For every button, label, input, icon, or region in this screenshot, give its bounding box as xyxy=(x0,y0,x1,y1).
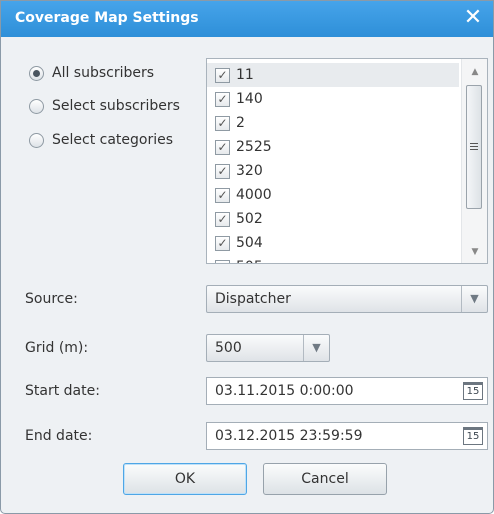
end-date-label: End date: xyxy=(25,428,93,444)
list-item[interactable]: ✓ 140 xyxy=(207,87,459,111)
list-item-label: 320 xyxy=(236,163,263,179)
subscriber-list-items: ✓ 11 ✓ 140 ✓ 2 ✓ 2525 ✓ 320 ✓ 4000 ✓ 502… xyxy=(207,63,459,263)
scroll-up-icon[interactable]: ▲ xyxy=(462,61,487,83)
ok-button[interactable]: OK xyxy=(123,463,247,495)
grid-select[interactable]: 500 ▼ xyxy=(206,334,330,362)
coverage-map-settings-dialog: Coverage Map Settings ✕ All subscribers … xyxy=(0,0,494,514)
radio-select-subscribers[interactable]: Select subscribers xyxy=(29,95,180,117)
radio-button-checked[interactable] xyxy=(29,65,44,81)
list-item-label: 4000 xyxy=(236,187,272,203)
grid-label: Grid (m): xyxy=(25,340,89,356)
chevron-down-icon[interactable]: ▼ xyxy=(303,335,329,361)
radio-all-subscribers[interactable]: All subscribers xyxy=(29,62,154,84)
source-value: Dispatcher xyxy=(215,291,291,307)
start-date-label: Start date: xyxy=(25,383,100,399)
list-item-label: 2 xyxy=(236,115,245,131)
subscriber-list[interactable]: ✓ 11 ✓ 140 ✓ 2 ✓ 2525 ✓ 320 ✓ 4000 ✓ 502… xyxy=(206,58,488,264)
title-bar: Coverage Map Settings ✕ xyxy=(1,1,493,37)
checkbox[interactable]: ✓ xyxy=(215,115,230,131)
calendar-icon[interactable]: 15 xyxy=(463,382,483,400)
list-item[interactable]: ✓ 320 xyxy=(207,159,459,183)
radio-button[interactable] xyxy=(29,132,44,148)
grip-icon xyxy=(470,143,478,150)
checkbox[interactable]: ✓ xyxy=(215,211,230,227)
list-scrollbar[interactable]: ▲ ▼ xyxy=(461,59,487,263)
grid-value: 500 xyxy=(215,340,242,356)
start-date-field[interactable]: 03.11.2015 0:00:00 15 xyxy=(206,377,488,405)
end-date-field[interactable]: 03.12.2015 23:59:59 15 xyxy=(206,422,488,450)
list-item-label: 140 xyxy=(236,91,263,107)
close-icon[interactable]: ✕ xyxy=(459,5,487,33)
start-date-value: 03.11.2015 0:00:00 xyxy=(215,383,354,399)
checkbox[interactable]: ✓ xyxy=(215,235,230,251)
end-date-value: 03.12.2015 23:59:59 xyxy=(215,428,363,444)
checkbox[interactable]: ✓ xyxy=(215,163,230,179)
list-item[interactable]: ✓ 504 xyxy=(207,231,459,255)
list-item-label: 502 xyxy=(236,211,263,227)
checkbox[interactable]: ✓ xyxy=(215,91,230,107)
cancel-button[interactable]: Cancel xyxy=(263,463,387,495)
radio-select-categories[interactable]: Select categories xyxy=(29,129,173,151)
checkbox[interactable]: ✓ xyxy=(215,67,230,83)
dialog-title: Coverage Map Settings xyxy=(15,10,199,26)
source-select[interactable]: Dispatcher ▼ xyxy=(206,285,488,313)
list-item[interactable]: ✓ 502 xyxy=(207,207,459,231)
list-item[interactable]: ✓ 505 xyxy=(207,255,459,263)
scroll-down-icon[interactable]: ▼ xyxy=(462,241,487,263)
radio-button[interactable] xyxy=(29,98,44,114)
source-label: Source: xyxy=(25,291,78,307)
checkbox[interactable]: ✓ xyxy=(215,187,230,203)
list-item[interactable]: ✓ 4000 xyxy=(207,183,459,207)
list-item-label: 505 xyxy=(236,259,263,263)
list-item-label: 11 xyxy=(236,67,254,83)
radio-label: Select categories xyxy=(52,132,174,148)
list-item[interactable]: ✓ 2525 xyxy=(207,135,459,159)
calendar-icon[interactable]: 15 xyxy=(463,427,483,445)
list-item-label: 504 xyxy=(236,235,263,251)
radio-label: Select subscribers xyxy=(52,98,180,114)
radio-label: All subscribers xyxy=(52,65,155,81)
list-item-label: 2525 xyxy=(236,139,272,155)
chevron-down-icon[interactable]: ▼ xyxy=(461,286,487,312)
checkbox[interactable]: ✓ xyxy=(215,259,230,263)
checkbox[interactable]: ✓ xyxy=(215,139,230,155)
scrollbar-thumb[interactable] xyxy=(466,85,482,209)
list-item[interactable]: ✓ 2 xyxy=(207,111,459,135)
list-item[interactable]: ✓ 11 xyxy=(207,63,459,87)
